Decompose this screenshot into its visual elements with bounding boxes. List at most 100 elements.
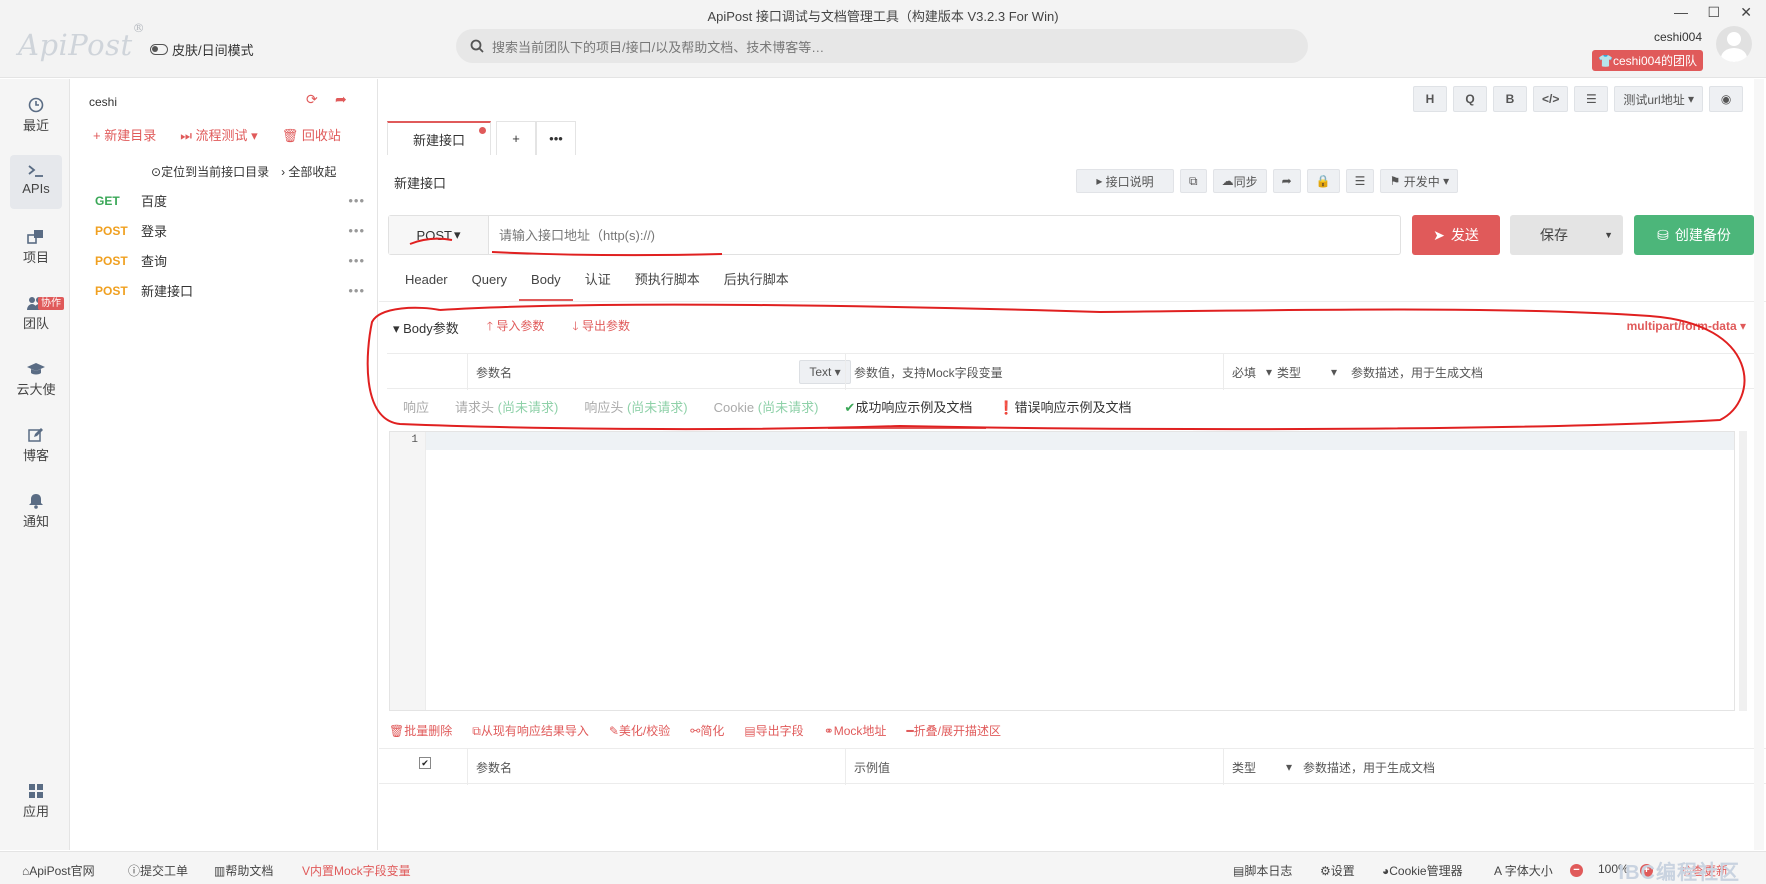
send-button[interactable]: ➤ 发送 [1412,215,1500,255]
more-icon[interactable]: ••• [348,193,365,208]
username[interactable]: ceshi004 [1654,30,1702,44]
quote-button[interactable]: Q [1453,86,1487,112]
url-input[interactable] [489,217,1400,253]
code-editor[interactable]: 1 [389,431,1735,711]
help-docs-link[interactable]: ▥帮助文档 [214,862,273,879]
nav-notify[interactable]: 通知 [10,485,62,539]
tab-header[interactable]: Header [393,265,460,301]
script-log-button[interactable]: ▤脚本日志 [1233,862,1292,879]
tab-new-api[interactable]: 新建接口 [387,121,491,155]
resp-example-input[interactable]: 示例值 [845,749,1223,785]
resp-param-name-input[interactable]: 参数名 [467,749,845,785]
save-button[interactable]: 保存 ▼ [1510,215,1623,255]
method-select[interactable]: POST ▾ [389,216,489,254]
tab-response-headers[interactable]: 响应头 (尚未请求) [584,391,687,425]
nav-recent[interactable]: 最近 [10,89,62,143]
nav-apps[interactable]: 应用 [10,775,62,829]
env-select[interactable]: 测试url地址 ▾ [1614,86,1704,112]
sync-button[interactable]: ☁ 同步 [1212,169,1267,193]
share-arrow-icon[interactable]: ➦ [1272,169,1301,193]
tree-api-item[interactable]: POST 新建接口 ••• [95,281,365,300]
api-actions: ▸ 接口说明 ⧉ ☁ 同步 ➦ 🔒 ☰ ⚑ 开发中 ▾ [1076,169,1459,193]
main-scrollbar[interactable] [1754,79,1764,850]
zoom-out-button[interactable]: − [1570,862,1583,877]
cookie-manager-button[interactable]: ◕Cookie管理器 [1382,862,1463,879]
team-badge[interactable]: 👕ceshi004的团队 [1592,50,1703,71]
api-doc-button[interactable]: ▸ 接口说明 [1076,169,1174,193]
param-value-input[interactable]: 参数值，支持Mock字段变量 [845,354,1223,390]
tab-body[interactable]: Body [519,265,573,301]
submit-ticket-link[interactable]: ⓘ提交工单 [128,862,188,879]
flow-test-button[interactable]: ⏭ 流程测试 ▾ [180,125,257,144]
add-tab-button[interactable]: + [496,121,536,155]
nav-team[interactable]: 团队 协作 [10,287,64,341]
lock-icon[interactable]: 🔒 [1306,169,1340,193]
recycle-bin-button[interactable]: 🗑 回收站 [282,125,341,144]
code-icon[interactable]: </> [1533,86,1569,112]
fold-desc-button[interactable]: ━折叠/展开描述区 [906,722,1001,739]
nav-apis[interactable]: APIs [10,155,62,209]
simplify-button[interactable]: ⚯简化 [690,722,724,739]
maximize-button[interactable]: ☐ [1707,4,1720,21]
caret-down-icon[interactable]: ▼ [1604,230,1613,240]
copy-icon[interactable]: ⧉ [1180,169,1207,193]
share-icon[interactable]: ➦ [335,91,347,108]
more-icon[interactable]: ••• [348,253,365,268]
tab-error-doc[interactable]: ❗错误响应示例及文档 [998,391,1131,425]
mock-vars-link[interactable]: V内置Mock字段变量 [302,862,411,879]
nav-blog[interactable]: 博客 [10,419,62,473]
collapse-all-button[interactable]: › 全部收起 [281,163,336,180]
export-fields-button[interactable]: ▤导出字段 [744,722,803,739]
tab-pre-script[interactable]: 预执行脚本 [623,265,712,301]
new-folder-button[interactable]: + 新建目录 [93,125,156,144]
import-response-button[interactable]: ⧉从现有响应结果导入 [472,722,589,739]
more-icon[interactable]: ••• [348,283,365,298]
tab-response[interactable]: 响应 [403,391,429,425]
locate-button[interactable]: ⊙定位到当前接口目录 [151,163,269,180]
editor-scrollbar[interactable] [1739,431,1747,711]
close-button[interactable]: ✕ [1740,4,1752,21]
resp-desc-input[interactable]: 参数描述，用于生成文档 [1295,749,1755,785]
more-icon[interactable]: ••• [348,223,365,238]
tab-auth[interactable]: 认证 [573,265,623,301]
param-desc-input[interactable]: 参数描述，用于生成文档 [1343,354,1758,390]
bold-button[interactable]: B [1493,86,1527,112]
batch-delete-button[interactable]: 🗑批量删除 [389,722,452,739]
nav-ambassador[interactable]: 云大使 [10,353,62,407]
tab-post-script[interactable]: 后执行脚本 [712,265,801,301]
resp-type-select[interactable]: 类型 ▾ [1223,749,1295,785]
content-type-select[interactable]: multipart/form-data ▾ [1627,319,1746,333]
import-params-button[interactable]: 🡑 导入参数 [487,317,545,338]
status-select[interactable]: ⚑ 开发中 ▾ [1380,169,1459,193]
body-params-toggle[interactable]: ▾ Body参数 [393,318,459,337]
global-search[interactable]: 搜索当前团队下的项目/接口/以及帮助文档、技术博客等… [456,29,1308,63]
refresh-icon[interactable]: ⟳ [306,91,318,108]
settings-button[interactable]: ⚙设置 [1320,862,1355,879]
param-type-select[interactable]: 类型 ▾ [1269,354,1343,390]
nav-projects[interactable]: 项目 [10,221,62,275]
select-all-checkbox[interactable]: ✔ [419,757,431,769]
beautify-button[interactable]: ✎美化/校验 [609,722,670,739]
tab-cookie[interactable]: Cookie (尚未请求) [714,391,819,425]
minimize-button[interactable]: — [1674,4,1688,20]
tab-success-doc[interactable]: ✔成功响应示例及文档 [828,391,987,429]
tab-query[interactable]: Query [460,265,519,301]
export-params-button[interactable]: 🡓 导出参数 [572,317,630,338]
official-site-link[interactable]: ⌂ApiPost官网 [22,862,95,879]
skin-mode-toggle[interactable]: 皮肤/日间模式 [150,40,254,59]
avatar[interactable] [1716,26,1752,62]
create-backup-button[interactable]: ⛁ 创建备份 [1634,215,1754,255]
mock-url-button[interactable]: ⚭Mock地址 [824,722,887,739]
heading-button[interactable]: H [1413,86,1447,112]
database-icon[interactable]: ☰ [1345,169,1375,193]
tree-api-item[interactable]: POST 登录 ••• [95,221,365,240]
tab-request-headers[interactable]: 请求头 (尚未请求) [455,391,558,425]
eye-icon[interactable]: ◉ [1709,86,1744,112]
param-name-input[interactable]: 参数名 [467,354,849,390]
sliders-icon[interactable]: ☰ [1574,86,1609,112]
value-type-select[interactable]: Text ▾ [799,360,851,384]
more-tabs-button[interactable]: ••• [536,121,576,155]
tree-api-item[interactable]: GET 百度 ••• [95,191,365,210]
tree-api-item[interactable]: POST 查询 ••• [95,251,365,270]
api-title[interactable]: 新建接口 [394,173,446,192]
